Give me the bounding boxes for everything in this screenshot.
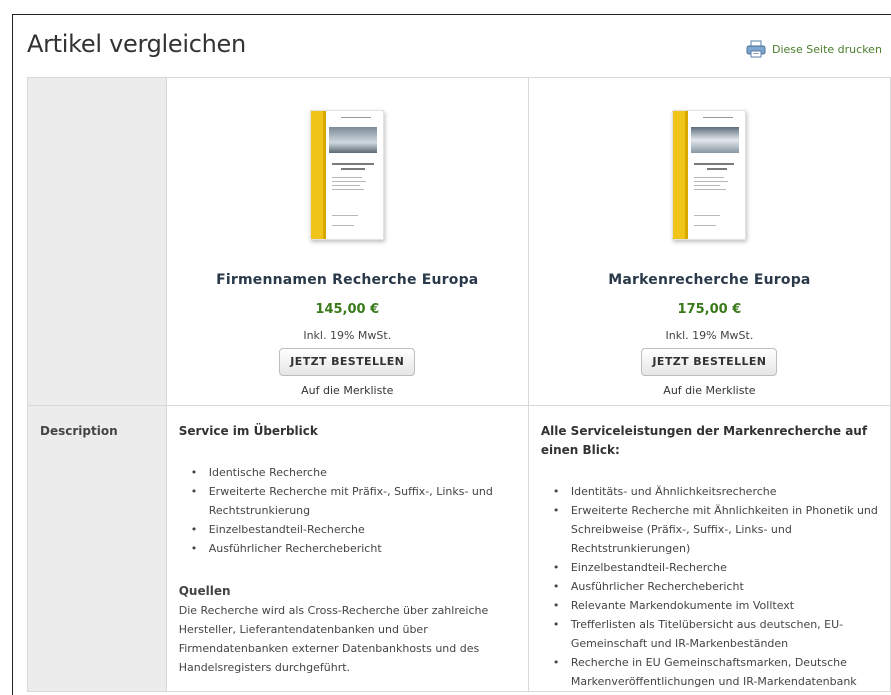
comparison-table: Firmennamen Recherche Europa 145,00 € In… [27, 77, 891, 692]
list-item: Relevante Markendokumente im Volltext [553, 596, 878, 615]
print-link-label: Diese Seite drucken [772, 42, 882, 56]
order-now-button[interactable]: JETZT BESTELLEN [279, 348, 416, 376]
product-card: Firmennamen Recherche Europa 145,00 € In… [165, 77, 529, 406]
list-item: Identitäts- und Ähnlichkeitsrecherche [553, 482, 878, 501]
description-heading: Alle Serviceleistungen der Markenrecherc… [540, 424, 868, 457]
product-price: 175,00 € [677, 302, 742, 317]
vat-note: Inkl. 19% MwSt. [665, 329, 754, 342]
product-cover-image[interactable] [672, 110, 747, 240]
add-to-wishlist-link[interactable]: Auf die Merkliste [529, 384, 890, 405]
vat-note: Inkl. 19% MwSt. [303, 329, 392, 342]
list-item: Recherche in EU Gemeinschaftsmarken, Deu… [553, 653, 878, 691]
sources-heading: Quellen [178, 584, 231, 598]
print-page-link[interactable]: Diese Seite drucken [746, 40, 882, 58]
feature-list: Identische Recherche Erweiterte Recherch… [179, 463, 516, 558]
product-name[interactable]: Firmennamen Recherche Europa [167, 272, 528, 288]
add-to-wishlist-link[interactable]: Auf die Merkliste [167, 384, 528, 405]
label-column-empty [27, 77, 167, 406]
product-row: Firmennamen Recherche Europa 145,00 € In… [27, 77, 891, 406]
list-item: Ausführlicher Recherchebericht [191, 539, 516, 558]
product-card: Markenrecherche Europa 175,00 € Inkl. 19… [527, 77, 891, 406]
list-item: Erweiterte Recherche mit Ähnlichkeiten i… [553, 501, 878, 558]
list-item: Trefferlisten als Titelübersicht aus deu… [553, 615, 878, 653]
list-item: Identische Recherche [191, 463, 516, 482]
list-item: Ausführlicher Recherchebericht [553, 577, 878, 596]
feature-list: Identitäts- und Ähnlichkeitsrecherche Er… [541, 482, 878, 691]
description-cell: Alle Serviceleistungen der Markenrecherc… [527, 405, 891, 692]
list-item: Erweiterte Recherche mit Präfix-, Suffix… [191, 482, 516, 520]
sources-text: Die Recherche wird als Cross-Recherche ü… [178, 604, 489, 674]
product-price: 145,00 € [315, 302, 380, 317]
product-name[interactable]: Markenrecherche Europa [529, 272, 890, 288]
description-heading: Service im Überblick [178, 424, 318, 438]
printer-icon [746, 40, 766, 58]
list-item: Einzelbestandteil-Recherche [553, 558, 878, 577]
page-title: Artikel vergleichen [27, 30, 246, 58]
list-item: Einzelbestandteil-Recherche [191, 520, 516, 539]
description-row: Description Service im Überblick Identis… [27, 405, 891, 692]
description-label: Description [27, 405, 167, 692]
order-now-button[interactable]: JETZT BESTELLEN [641, 348, 778, 376]
product-cover-image[interactable] [310, 110, 385, 240]
description-cell: Service im Überblick Identische Recherch… [165, 405, 529, 692]
